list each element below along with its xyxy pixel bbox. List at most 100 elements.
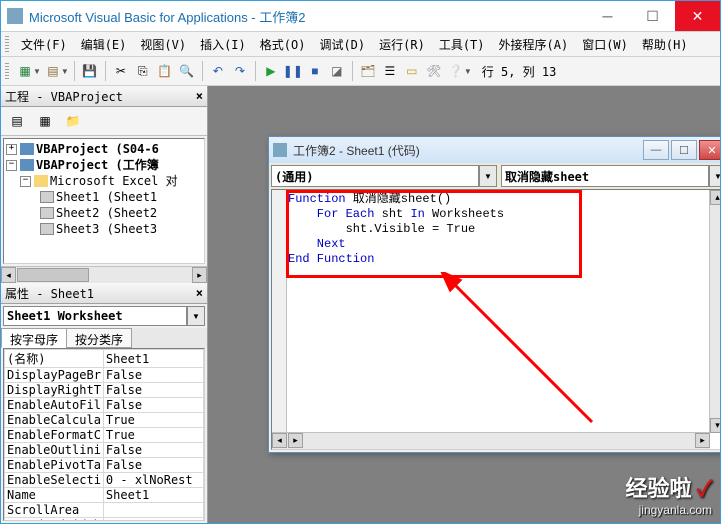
find-icon[interactable]: 🔍 xyxy=(177,61,197,81)
dropdown-icon[interactable]: ▼ xyxy=(61,67,69,76)
copy-icon[interactable]: ⎘ xyxy=(133,61,153,81)
menu-run[interactable]: 运行(R) xyxy=(373,34,431,55)
tab-alphabetic[interactable]: 按字母序 xyxy=(1,328,67,348)
code-window-titlebar[interactable]: 工作簿2 - Sheet1 (代码) — ☐ ✕ xyxy=(269,137,720,163)
run-icon[interactable]: ▶ xyxy=(261,61,281,81)
property-row[interactable]: NameSheet1 xyxy=(5,488,204,503)
property-value[interactable]: 8.38 xyxy=(103,518,203,522)
menu-tools[interactable]: 工具(T) xyxy=(433,34,491,55)
dropdown-icon[interactable]: ▼ xyxy=(479,165,497,187)
insert-module-icon[interactable]: ▤ xyxy=(43,61,63,81)
editor-margin xyxy=(272,190,287,449)
dropdown-icon[interactable]: ▼ xyxy=(709,165,720,187)
menu-edit[interactable]: 编辑(E) xyxy=(75,34,133,55)
excel-icon[interactable]: ▦ xyxy=(15,61,35,81)
property-value[interactable]: False xyxy=(103,398,203,413)
toolbox-icon[interactable]: 🛠 xyxy=(424,61,444,81)
minimize-button[interactable]: — xyxy=(643,140,669,160)
property-row[interactable]: EnableCalculaTrue xyxy=(5,413,204,428)
procedure-combo-input[interactable] xyxy=(501,165,709,187)
close-button[interactable]: ✕ xyxy=(699,140,720,160)
property-value[interactable]: False xyxy=(103,458,203,473)
object-combo-input[interactable] xyxy=(271,165,479,187)
editor-vscroll[interactable]: ▴▾ xyxy=(709,190,720,433)
close-icon[interactable]: × xyxy=(196,89,203,103)
properties-icon[interactable]: ☰ xyxy=(380,61,400,81)
procedure-combo[interactable]: ▼ xyxy=(501,165,720,187)
break-icon[interactable]: ❚❚ xyxy=(283,61,303,81)
code-window-title: 工作簿2 - Sheet1 (代码) xyxy=(293,142,420,159)
dropdown-icon[interactable]: ▼ xyxy=(33,67,41,76)
property-row[interactable]: ScrollArea xyxy=(5,503,204,518)
tree-node[interactable]: Sheet1 (Sheet1 xyxy=(6,189,202,205)
project-tree[interactable]: +VBAProject (S04-6 −VBAProject (工作簿 −Mic… xyxy=(3,138,205,264)
menu-grip[interactable] xyxy=(5,36,9,52)
menu-window[interactable]: 窗口(W) xyxy=(576,34,634,55)
view-object-icon[interactable]: ▦ xyxy=(33,110,57,132)
property-value[interactable]: False xyxy=(103,368,203,383)
dropdown-icon[interactable]: ▼ xyxy=(187,306,205,326)
tab-categorized[interactable]: 按分类序 xyxy=(66,328,132,348)
code-editor[interactable]: Function 取消隐藏sheet() For Each sht In Wor… xyxy=(271,189,720,450)
close-icon[interactable]: × xyxy=(196,286,203,300)
property-row[interactable]: EnableOutliniFalse xyxy=(5,443,204,458)
property-value[interactable] xyxy=(103,503,203,518)
paste-icon[interactable]: 📋 xyxy=(155,61,175,81)
design-mode-icon[interactable]: ◪ xyxy=(327,61,347,81)
property-row[interactable]: EnableAutoFilFalse xyxy=(5,398,204,413)
property-value[interactable]: Sheet1 xyxy=(103,488,203,503)
view-code-icon[interactable]: ▤ xyxy=(5,110,29,132)
menu-file[interactable]: 文件(F) xyxy=(15,34,73,55)
project-explorer-icon[interactable]: 🗂 xyxy=(358,61,378,81)
menu-format[interactable]: 格式(O) xyxy=(254,34,312,55)
undo-icon[interactable]: ↶ xyxy=(208,61,228,81)
object-selector[interactable]: ▼ xyxy=(3,306,205,326)
titlebar[interactable]: Microsoft Visual Basic for Applications … xyxy=(1,1,720,32)
save-icon[interactable]: 💾 xyxy=(80,61,100,81)
tree-node[interactable]: +VBAProject (S04-6 xyxy=(6,141,202,157)
folder-icon[interactable]: 📁 xyxy=(61,110,85,132)
menu-addins[interactable]: 外接程序(A) xyxy=(493,34,575,55)
property-value[interactable]: Sheet1 xyxy=(103,350,203,368)
property-value[interactable]: True xyxy=(103,428,203,443)
code-text[interactable]: Function 取消隐藏sheet() For Each sht In Wor… xyxy=(288,192,504,267)
maximize-button[interactable]: ☐ xyxy=(630,1,675,31)
tree-hscroll[interactable]: ◂▸ xyxy=(1,266,207,283)
property-row[interactable]: (名称)Sheet1 xyxy=(5,350,204,368)
menu-view[interactable]: 视图(V) xyxy=(134,34,192,55)
object-combo[interactable]: ▼ xyxy=(271,165,497,187)
object-selector-input[interactable] xyxy=(3,306,187,326)
object-browser-icon[interactable]: ▭ xyxy=(402,61,422,81)
close-button[interactable]: ✕ xyxy=(675,1,720,31)
tree-node[interactable]: Sheet3 (Sheet3 xyxy=(6,221,202,237)
tree-node[interactable]: −Microsoft Excel 对 xyxy=(6,173,202,189)
property-value[interactable]: False xyxy=(103,443,203,458)
cut-icon[interactable]: ✂ xyxy=(111,61,131,81)
menu-insert[interactable]: 插入(I) xyxy=(194,34,252,55)
tree-node[interactable]: Sheet2 (Sheet2 xyxy=(6,205,202,221)
property-row[interactable]: StandardWidth8.38 xyxy=(5,518,204,522)
code-window[interactable]: 工作簿2 - Sheet1 (代码) — ☐ ✕ ▼ ▼ Function 取消… xyxy=(268,136,720,453)
property-row[interactable]: EnableSelecti0 - xlNoRest xyxy=(5,473,204,488)
property-row[interactable]: EnableFormatCTrue xyxy=(5,428,204,443)
property-row[interactable]: DisplayPageBrFalse xyxy=(5,368,204,383)
project-toolbar: ▤ ▦ 📁 xyxy=(1,107,207,136)
help-icon[interactable]: ❔ xyxy=(446,61,466,81)
maximize-button[interactable]: ☐ xyxy=(671,140,697,160)
dropdown-icon[interactable]: ▼ xyxy=(464,67,472,76)
properties-grid[interactable]: (名称)Sheet1DisplayPageBrFalseDisplayRight… xyxy=(3,348,205,521)
menu-debug[interactable]: 调试(D) xyxy=(313,34,371,55)
minimize-button[interactable]: ─ xyxy=(585,1,630,31)
property-value[interactable]: 0 - xlNoRest xyxy=(103,473,203,488)
property-row[interactable]: DisplayRightTFalse xyxy=(5,383,204,398)
toolbar-grip[interactable] xyxy=(5,63,9,79)
property-value[interactable]: False xyxy=(103,383,203,398)
tree-node[interactable]: −VBAProject (工作簿 xyxy=(6,157,202,173)
property-value[interactable]: True xyxy=(103,413,203,428)
toolbar: ▦▼ ▤▼ 💾 ✂ ⎘ 📋 🔍 ↶ ↷ ▶ ❚❚ ■ ◪ 🗂 ☰ ▭ 🛠 ❔▼ … xyxy=(1,57,720,86)
editor-hscroll[interactable]: ◂▸▸ xyxy=(272,432,710,449)
reset-icon[interactable]: ■ xyxy=(305,61,325,81)
redo-icon[interactable]: ↷ xyxy=(230,61,250,81)
property-row[interactable]: EnablePivotTaFalse xyxy=(5,458,204,473)
menu-help[interactable]: 帮助(H) xyxy=(636,34,694,55)
